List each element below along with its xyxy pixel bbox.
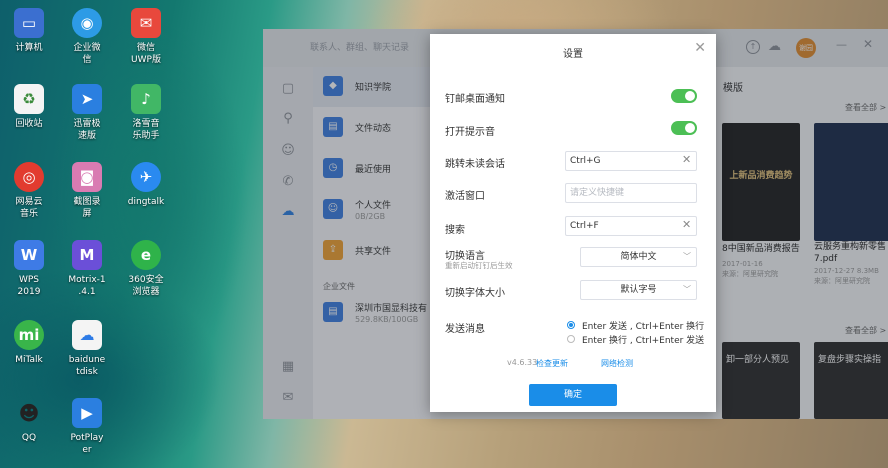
desktop-icon-label: 企业微 信: [73, 43, 101, 65]
send-message-label: 发送消息: [445, 324, 485, 335]
font-size-select-value: 默认字号: [620, 285, 657, 295]
network-check-link[interactable]: 网络检测: [601, 358, 633, 369]
qq-icon: ☻: [18, 401, 40, 425]
desktop-icon-label: dingtalk: [127, 197, 165, 207]
language-select-value: 简体中文: [620, 252, 657, 262]
desktop-icon-label: 微信 UWP版: [131, 43, 161, 65]
language-select[interactable]: 简体中文 ﹀: [580, 247, 697, 267]
chevron-down-icon: ﹀: [683, 285, 691, 294]
camera-icon: ◙: [72, 162, 102, 192]
close-icon[interactable]: ✕: [694, 40, 706, 56]
desktop-icon-computer[interactable]: ▭ 计算机: [0, 8, 58, 54]
desktop-icon-label: Motrix-1 .4.1: [68, 275, 106, 297]
font-size-select[interactable]: 默认字号 ﹀: [580, 280, 697, 300]
desktop-icon-recycle-bin[interactable]: ♻ 回收站: [0, 84, 58, 130]
send-option-enter-send-radio[interactable]: [567, 321, 575, 329]
wps-icon: W: [14, 240, 44, 270]
version-text: v4.6.33: [507, 358, 538, 367]
chevron-down-icon: ﹀: [683, 252, 691, 261]
potplayer-icon: ▶: [72, 398, 102, 428]
360-browser-icon: e: [131, 240, 161, 270]
desktop-icon-wecom[interactable]: ◉ 企业微 信: [58, 8, 116, 66]
activate-window-label: 激活窗口: [445, 191, 485, 202]
send-option-label: Enter 换行 , Ctrl+Enter 发送: [582, 336, 705, 346]
dialog-title: 设置: [563, 49, 583, 60]
desktop-icon-label: MiTalk: [15, 355, 43, 365]
mitalk-icon: mi: [14, 320, 44, 350]
desktop-icon-label: 截图录 屏: [73, 197, 101, 219]
desktop-icon-label: QQ: [21, 433, 37, 443]
desktop-icon-label: 计算机: [15, 43, 43, 53]
desktop-icon-wps[interactable]: W WPS 2019: [0, 240, 58, 298]
activate-window-shortcut-field[interactable]: [565, 183, 697, 203]
pin-notify-label: 钉邮桌面通知: [445, 94, 505, 105]
font-size-label: 切换字体大小: [445, 288, 505, 299]
desktop-icon-mitalk[interactable]: mi MiTalk: [0, 320, 58, 366]
recycle-bin-icon: ♻: [14, 84, 44, 114]
settings-dialog: 设置 ✕ 钉邮桌面通知 打开提示音 跳转未读会话 Ctrl+G ✕ 激活窗口 搜…: [430, 34, 716, 412]
desktop-icon-motrix[interactable]: M Motrix-1 .4.1: [58, 240, 116, 298]
computer-icon: ▭: [14, 8, 44, 38]
music-icon: ♪: [131, 84, 161, 114]
send-option-enter-newline-radio[interactable]: [567, 335, 575, 343]
send-option-label: Enter 发送 , Ctrl+Enter 换行: [582, 322, 705, 332]
desktop-icon-label: PotPlay er: [70, 433, 104, 455]
clear-icon[interactable]: ✕: [682, 218, 691, 231]
desktop-icon-label: WPS 2019: [17, 275, 41, 297]
desktop-icon-netease-music[interactable]: ◎ 网易云 音乐: [0, 162, 58, 220]
search-label: 搜索: [445, 225, 465, 236]
check-update-link[interactable]: 检查更新: [536, 358, 568, 369]
dingtalk-icon: ✈: [131, 162, 161, 192]
wechat-icon: ✉: [131, 8, 161, 38]
desktop-icon-label: 迅雷极 速版: [73, 119, 101, 141]
wecom-icon: ◉: [72, 8, 102, 38]
motrix-icon: M: [72, 240, 102, 270]
language-sublabel: 重新启动钉钉后生效: [445, 261, 513, 270]
desktop-icon-label: 回收站: [15, 119, 43, 129]
desktop-icon-baidu-netdisk[interactable]: ☁ baidune tdisk: [58, 320, 116, 378]
desktop-icon-thunder[interactable]: ➤ 迅雷极 速版: [58, 84, 116, 142]
clear-icon[interactable]: ✕: [682, 153, 691, 166]
desktop-icon-label: 网易云 音乐: [15, 197, 43, 219]
sound-label: 打开提示音: [445, 127, 495, 138]
sound-toggle[interactable]: [671, 121, 697, 135]
netease-music-icon: ◎: [14, 162, 44, 192]
desktop-icon-label: 360安全 浏览器: [128, 275, 164, 297]
thunder-icon: ➤: [72, 84, 102, 114]
desktop-icon-potplayer[interactable]: ▶ PotPlay er: [58, 398, 116, 456]
ok-button[interactable]: 确定: [529, 384, 617, 406]
baidu-netdisk-icon: ☁: [72, 320, 102, 350]
search-shortcut-field[interactable]: Ctrl+F: [565, 216, 697, 236]
desktop-icon-music[interactable]: ♪ 洛雪音 乐助手: [117, 84, 175, 142]
desktop-icon-360-browser[interactable]: e 360安全 浏览器: [117, 240, 175, 298]
jump-unread-shortcut-field[interactable]: Ctrl+G: [565, 151, 697, 171]
desktop-icon-label: baidune tdisk: [68, 355, 106, 377]
pin-notify-toggle[interactable]: [671, 89, 697, 103]
desktop-icon-screenshot[interactable]: ◙ 截图录 屏: [58, 162, 116, 220]
desktop-icon-label: 洛雪音 乐助手: [132, 119, 160, 141]
desktop-icon-qq[interactable]: ☻ QQ: [0, 398, 58, 444]
jump-unread-label: 跳转未读会话: [445, 159, 505, 170]
desktop-icon-dingtalk[interactable]: ✈ dingtalk: [117, 162, 175, 208]
desktop-icon-wechat[interactable]: ✉ 微信 UWP版: [117, 8, 175, 66]
